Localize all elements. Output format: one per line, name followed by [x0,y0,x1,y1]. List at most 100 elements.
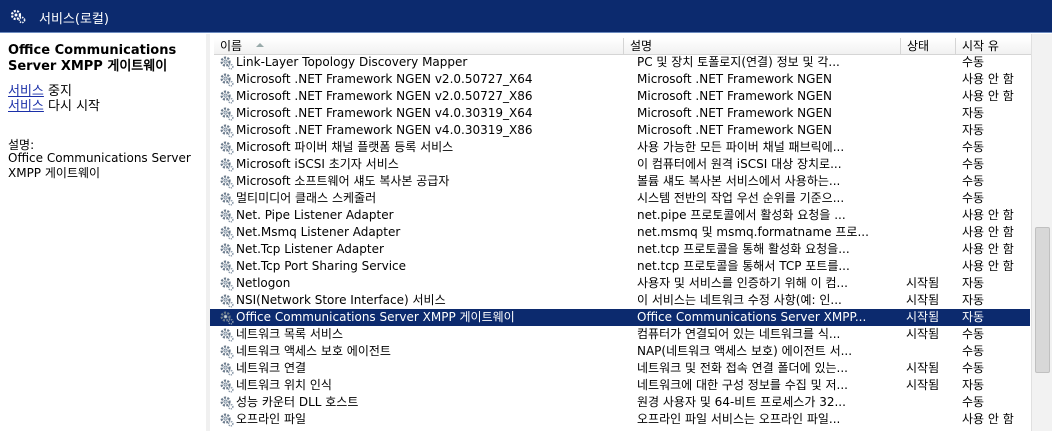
service-row[interactable]: Microsoft .NET Framework NGEN v4.0.30319… [210,105,1030,122]
service-description: net.msmq 및 msmq.formatname 프로... [637,225,869,239]
service-status [906,105,958,122]
service-row[interactable]: 네트워크 연결 네트워크 및 전화 접속 연결 폴더에 있는... 시작됨 수동 [210,360,1030,377]
service-startup-type: 사용 안 함 [962,89,1014,103]
service-gear-icon [219,395,234,410]
scrollbar-thumb[interactable] [1035,227,1050,373]
service-row[interactable]: Net.Msmq Listener Adapter net.msmq 및 msmq… [210,224,1030,241]
service-startup-type: 사용 안 함 [962,225,1014,239]
column-header-startup-type[interactable]: 시작 유 [956,38,1036,55]
service-status [906,207,958,224]
service-gear-icon [219,191,234,206]
service-name: Net. Pipe Listener Adapter [236,208,394,222]
service-row[interactable]: Net. Pipe Listener Adapter net.pipe 프로토콜에… [210,207,1030,224]
column-header-name[interactable]: 이름 [214,38,624,55]
service-description: PC 및 장치 토폴로지(연결) 정보 및 각... [637,55,840,69]
restart-action: 서비스 다시 시작 [8,99,100,114]
service-gear-icon [219,276,234,291]
service-name: Microsoft 소프트웨어 섀도 복사본 공급자 [236,174,450,188]
service-gear-icon [219,344,234,359]
service-status [906,394,958,411]
column-header-description-label: 설명 [630,39,653,53]
service-row[interactable]: Link-Layer Topology Discovery Mapper PC 및… [210,54,1030,71]
stop-service-link[interactable]: 서비스 [8,84,44,99]
service-status [906,173,958,190]
service-name: 오프라인 파일 [236,412,307,426]
service-description: NAP(네트워크 액세스 보호) 에이전트 서... [637,344,853,358]
service-status: 시작됨 [906,310,940,324]
service-gear-icon [219,327,234,342]
service-name: Netlogon [236,276,291,290]
service-name: Microsoft .NET Framework NGEN v4.0.30319… [236,123,533,137]
service-row[interactable]: NSI(Network Store Interface) 서비스 이 서비스는 네… [210,292,1030,309]
service-gear-icon [219,157,234,172]
column-header-name-label: 이름 [220,39,243,53]
service-description: Microsoft .NET Framework NGEN [637,123,833,137]
service-startup-type: 자동 [962,123,985,137]
column-header-status-label: 상태 [907,39,930,53]
service-row[interactable]: 멀티미디어 클래스 스케줄러 시스템 전반의 작업 우선 순위를 기준으... 수동 [210,190,1030,207]
service-gear-icon [219,174,234,189]
vertical-scrollbar[interactable] [1031,34,1052,431]
service-startup-type: 자동 [962,276,985,290]
service-startup-type: 사용 안 함 [962,72,1014,86]
service-status: 시작됨 [906,276,940,290]
column-header-description[interactable]: 설명 [624,38,901,55]
service-startup-type: 자동 [962,293,985,307]
service-row[interactable]: 네트워크 위치 인식 네트워크에 대한 구성 정보를 수집 및 저... 시작됨 자동 [210,377,1030,394]
service-row[interactable]: Microsoft iSCSI 초기자 서비스 이 컴퓨터에서 원격 iSCSI … [210,156,1030,173]
service-row[interactable]: 네트워크 목록 서비스 컴퓨터가 연결되어 있는 네트워크를 식... 시작됨 수동 [210,326,1030,343]
service-gear-icon [219,72,234,87]
service-status [906,411,958,428]
service-name: Microsoft iSCSI 초기자 서비스 [236,157,399,171]
service-row[interactable]: Microsoft .NET Framework NGEN v4.0.30319… [210,122,1030,139]
service-description: Office Communications Server XMPP... [637,310,867,324]
service-row[interactable]: Microsoft .NET Framework NGEN v2.0.50727… [210,88,1030,105]
service-name: Office Communications Server XMPP 게이트웨이 [236,310,515,324]
service-description: 사용자 및 서비스를 인증하기 위해 이 컴... [637,276,848,290]
service-description: Microsoft .NET Framework NGEN [637,72,833,86]
service-gear-icon [219,310,234,325]
title-bar: 서비스(로컬) [0,0,1052,33]
service-startup-type: 수동 [962,55,985,69]
service-startup-type: 자동 [962,106,985,120]
service-name: 네트워크 연결 [236,361,307,375]
service-row[interactable]: Net.Tcp Port Sharing Service net.tcp 프로토콜… [210,258,1030,275]
service-description: 오프라인 파일 서비스는 오프라인 파일... [637,412,841,426]
service-description: 네트워크에 대한 구성 정보를 수집 및 저... [637,378,848,392]
service-status: 시작됨 [906,361,940,375]
service-row[interactable]: Microsoft 파이버 채널 플랫폼 등록 서비스 사용 가능한 모든 파이버… [210,139,1030,156]
service-status [906,156,958,173]
service-description: 볼륨 섀도 복사본 서비스에서 사용하는... [637,174,841,188]
service-row[interactable]: 네트워크 액세스 보호 에이전트 NAP(네트워크 액세스 보호) 에이전트 서.… [210,343,1030,360]
column-header-status[interactable]: 상태 [901,38,956,55]
service-row[interactable]: Netlogon 사용자 및 서비스를 인증하기 위해 이 컴... 시작됨 자동 [210,275,1030,292]
service-status [906,241,958,258]
service-name: Net.Msmq Listener Adapter [236,225,401,239]
selected-service-name: Office Communications Server XMPP 게이트웨이 [8,43,177,74]
service-gear-icon [219,140,234,155]
service-row-selected[interactable]: Office Communications Server XMPP 게이트웨이 O… [210,309,1030,326]
service-row[interactable]: 성능 카운터 DLL 호스트 원경 사용자 및 64-비트 프로세스가 32...… [210,394,1030,411]
column-header-startup-label: 시작 유 [962,39,999,53]
service-status: 시작됨 [906,293,940,307]
service-description: 사용 가능한 모든 파이버 채널 패브릭에... [637,140,845,154]
service-row[interactable]: 오프라인 파일 오프라인 파일 서비스는 오프라인 파일... 사용 안 함 [210,411,1030,428]
service-startup-type: 수동 [962,344,985,358]
service-gear-icon [219,208,234,223]
service-name: Link-Layer Topology Discovery Mapper [236,55,468,69]
service-status [906,343,958,360]
service-row[interactable]: Net.Tcp Listener Adapter net.tcp 프로토콜을 통해… [210,241,1030,258]
service-name: 네트워크 위치 인식 [236,378,332,392]
service-gear-icon [219,293,234,308]
description-text: Office Communications Server XMPP 게이트웨이 [8,151,191,180]
service-status [906,71,958,88]
service-description: 컴퓨터가 연결되어 있는 네트워크를 식... [637,327,841,341]
service-name: Net.Tcp Listener Adapter [236,242,384,256]
stop-action-text: 중지 [43,84,72,99]
service-row[interactable]: Microsoft 소프트웨어 섀도 복사본 공급자 볼륨 섀도 복사본 서비스에… [210,173,1030,190]
service-row[interactable]: Microsoft .NET Framework NGEN v2.0.50727… [210,71,1030,88]
service-gear-icon [219,361,234,376]
service-description: net.tcp 프로토콜을 통해 활성화 요청을... [637,242,850,256]
service-gear-icon [219,89,234,104]
restart-service-link[interactable]: 서비스 [8,99,44,114]
